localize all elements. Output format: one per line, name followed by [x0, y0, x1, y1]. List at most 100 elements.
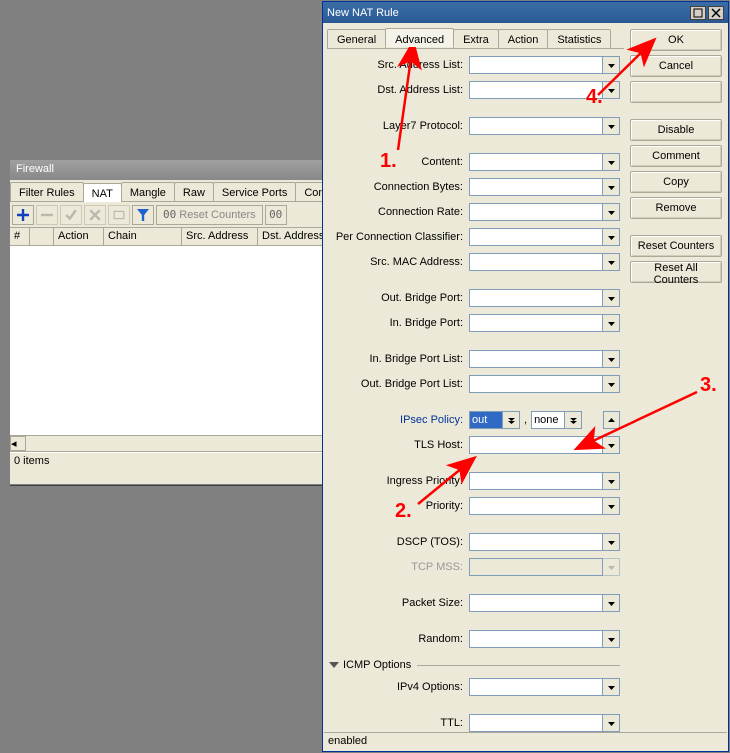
- remove-button-win[interactable]: Remove: [630, 197, 722, 219]
- input-dscp[interactable]: [469, 533, 603, 551]
- dd-ipsec-level[interactable]: [565, 411, 582, 429]
- label-pcc: Per Connection Classifier:: [327, 231, 469, 243]
- reset-counters-label: Reset Counters: [179, 209, 255, 221]
- dd-tls-host[interactable]: [603, 436, 620, 454]
- reset-counters-button-win[interactable]: Reset Counters: [630, 235, 722, 257]
- dd-out-bridge-list[interactable]: [603, 375, 620, 393]
- disable-button[interactable]: Disable: [630, 119, 722, 141]
- nat-rule-window: New NAT Rule General Advanced Extra Acti…: [322, 1, 729, 752]
- input-ingress-priority[interactable]: [469, 472, 603, 490]
- col-action[interactable]: Action: [54, 228, 104, 245]
- reset-all-counters-button[interactable]: Reset All Counters: [630, 261, 722, 283]
- ok-button[interactable]: OK: [630, 29, 722, 51]
- input-priority[interactable]: [469, 497, 603, 515]
- label-layer7: Layer7 Protocol:: [327, 120, 469, 132]
- dd-dscp[interactable]: [603, 533, 620, 551]
- dd-ingress-priority[interactable]: [603, 472, 620, 490]
- dd-conn-rate[interactable]: [603, 203, 620, 221]
- input-out-bridge-list[interactable]: [469, 375, 603, 393]
- input-src-mac[interactable]: [469, 253, 603, 271]
- input-dst-address-list[interactable]: [469, 81, 603, 99]
- comment-button-win[interactable]: Comment: [630, 145, 722, 167]
- chevron-down-icon: [329, 662, 339, 668]
- tab-filter-rules[interactable]: Filter Rules: [10, 182, 84, 201]
- label-tls-host: TLS Host:: [327, 439, 469, 451]
- enable-button[interactable]: [60, 205, 82, 225]
- copy-button[interactable]: Copy: [630, 171, 722, 193]
- input-in-bridge-list[interactable]: [469, 350, 603, 368]
- titlebar: New NAT Rule: [323, 2, 728, 23]
- input-conn-bytes[interactable]: [469, 178, 603, 196]
- cancel-button[interactable]: Cancel: [630, 55, 722, 77]
- dd-priority[interactable]: [603, 497, 620, 515]
- input-src-address-list[interactable]: [469, 56, 603, 74]
- tab-extra[interactable]: Extra: [453, 29, 499, 48]
- input-ttl[interactable]: [469, 714, 603, 732]
- dd-ttl[interactable]: [603, 714, 620, 732]
- reset-counters-button[interactable]: 00Reset Counters: [156, 205, 263, 225]
- tab-raw[interactable]: Raw: [174, 182, 214, 201]
- tab-service-ports[interactable]: Service Ports: [213, 182, 296, 201]
- dd-layer7[interactable]: [603, 117, 620, 135]
- input-layer7[interactable]: [469, 117, 603, 135]
- input-packet-size[interactable]: [469, 594, 603, 612]
- dd-in-bridge[interactable]: [603, 314, 620, 332]
- collapse-ipsec[interactable]: [603, 411, 620, 429]
- input-pcc[interactable]: [469, 228, 603, 246]
- input-ipsec-direction[interactable]: out: [469, 411, 503, 429]
- dd-ipsec-direction[interactable]: [503, 411, 520, 429]
- input-content[interactable]: [469, 153, 603, 171]
- input-tcp-mss: [469, 558, 603, 576]
- label-ttl: TTL:: [327, 717, 469, 729]
- disable-button[interactable]: [84, 205, 106, 225]
- add-button[interactable]: [12, 205, 34, 225]
- dd-in-bridge-list[interactable]: [603, 350, 620, 368]
- tab-statistics[interactable]: Statistics: [547, 29, 611, 48]
- remove-button[interactable]: [36, 205, 58, 225]
- dd-src-address-list[interactable]: [603, 56, 620, 74]
- tab-mangle[interactable]: Mangle: [121, 182, 175, 201]
- col-src[interactable]: Src. Address: [182, 228, 258, 245]
- input-random[interactable]: [469, 630, 603, 648]
- label-random: Random:: [327, 633, 469, 645]
- dd-out-bridge[interactable]: [603, 289, 620, 307]
- label-ipsec-policy: IPsec Policy:: [327, 414, 469, 426]
- icmp-options-group[interactable]: ICMP Options: [327, 657, 620, 673]
- minimize-button[interactable]: [690, 6, 706, 20]
- dd-tcp-mss: [603, 558, 620, 576]
- col-num[interactable]: #: [10, 228, 30, 245]
- comment-button[interactable]: [108, 205, 130, 225]
- dd-content[interactable]: [603, 153, 620, 171]
- dd-conn-bytes[interactable]: [603, 178, 620, 196]
- input-tls-host[interactable]: [469, 436, 603, 454]
- dd-src-mac[interactable]: [603, 253, 620, 271]
- input-ipv4-options[interactable]: [469, 678, 603, 696]
- label-ipv4-options: IPv4 Options:: [327, 681, 469, 693]
- reset-all-counters-button[interactable]: 00: [265, 205, 287, 225]
- apply-button[interactable]: [630, 81, 722, 103]
- dd-dst-address-list[interactable]: [603, 81, 620, 99]
- label-ingress-priority: Ingress Priority:: [327, 475, 469, 487]
- close-button[interactable]: [708, 6, 724, 20]
- tab-advanced[interactable]: Advanced: [385, 28, 454, 47]
- dd-random[interactable]: [603, 630, 620, 648]
- tab-general[interactable]: General: [327, 29, 386, 48]
- label-src-address-list: Src. Address List:: [327, 59, 469, 71]
- tab-action[interactable]: Action: [498, 29, 549, 48]
- input-in-bridge[interactable]: [469, 314, 603, 332]
- input-out-bridge[interactable]: [469, 289, 603, 307]
- input-ipsec-level[interactable]: none: [531, 411, 565, 429]
- dd-pcc[interactable]: [603, 228, 620, 246]
- col-chain[interactable]: Chain: [104, 228, 182, 245]
- tab-nat[interactable]: NAT: [83, 183, 122, 202]
- col-blank[interactable]: [30, 228, 54, 245]
- window-title: New NAT Rule: [327, 7, 688, 19]
- label-conn-rate: Connection Rate:: [327, 206, 469, 218]
- dd-ipv4-options[interactable]: [603, 678, 620, 696]
- input-conn-rate[interactable]: [469, 203, 603, 221]
- dd-packet-size[interactable]: [603, 594, 620, 612]
- label-content: Content:: [327, 156, 469, 168]
- form: Src. Address List: Dst. Address List: La…: [327, 49, 624, 735]
- filter-button[interactable]: [132, 205, 154, 225]
- scroll-left-button[interactable]: ◂: [10, 436, 26, 451]
